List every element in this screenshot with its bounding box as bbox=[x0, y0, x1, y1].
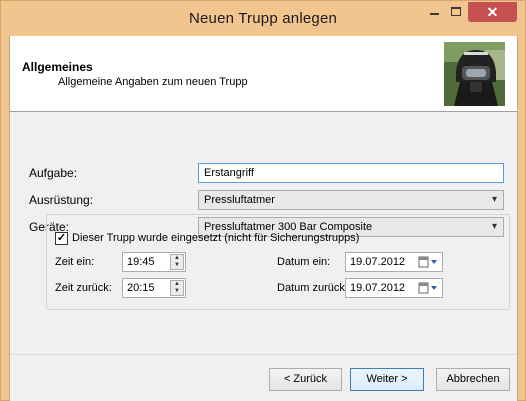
spin-updown-icon[interactable]: ▲ ▼ bbox=[170, 280, 184, 296]
maximize-icon bbox=[451, 7, 461, 16]
back-button[interactable]: < Zurück bbox=[269, 368, 342, 391]
header-title: Allgemeines bbox=[22, 60, 93, 74]
dialog-window: Neuen Trupp anlegen ✕ Allgemeines Allgem… bbox=[0, 0, 526, 401]
dialog-client-area: Allgemeines Allgemeine Angaben zum neuen… bbox=[9, 36, 518, 401]
spin-updown-icon[interactable]: ▲ ▼ bbox=[170, 254, 184, 270]
title-bar[interactable]: Neuen Trupp anlegen ✕ bbox=[1, 1, 525, 36]
ausruestung-label: Ausrüstung: bbox=[29, 193, 94, 207]
zeit-zurueck-value: 20:15 bbox=[127, 282, 155, 294]
header-subtitle: Allgemeine Angaben zum neuen Trupp bbox=[58, 76, 248, 88]
datum-zurueck-label: Datum zurück: bbox=[277, 282, 348, 294]
eingesetzt-label: Dieser Trupp wurde eingesetzt (nicht für… bbox=[72, 232, 360, 244]
close-icon: ✕ bbox=[486, 3, 499, 20]
firefighter-image bbox=[444, 42, 505, 106]
checkmark-icon: ✓ bbox=[56, 232, 67, 244]
aufgabe-label: Aufgabe: bbox=[29, 166, 78, 180]
aufgabe-input[interactable]: Erstangriff bbox=[198, 163, 504, 183]
chevron-down-icon: ▾ bbox=[491, 194, 497, 205]
datum-zurueck-value: 19.07.2012 bbox=[350, 282, 406, 294]
zeit-zurueck-input[interactable]: 20:15 ▲ ▼ bbox=[122, 278, 186, 298]
datum-ein-value: 19.07.2012 bbox=[350, 256, 406, 268]
zeit-ein-label: Zeit ein: bbox=[55, 256, 95, 268]
ausruestung-value: Pressluftatmer bbox=[204, 194, 275, 206]
wizard-header: Allgemeines Allgemeine Angaben zum neuen… bbox=[10, 36, 517, 112]
calendar-dropdown-icon[interactable] bbox=[418, 282, 438, 294]
calendar-dropdown-icon[interactable] bbox=[418, 256, 438, 268]
eingesetzt-checkbox[interactable]: ✓ bbox=[55, 232, 68, 245]
zeit-ein-value: 19:45 bbox=[127, 256, 155, 268]
minimize-icon bbox=[429, 12, 439, 15]
datum-zurueck-picker[interactable]: 19.07.2012 bbox=[345, 278, 443, 298]
datum-ein-label: Datum ein: bbox=[277, 256, 331, 268]
maximize-button[interactable] bbox=[443, 1, 469, 22]
next-button[interactable]: Weiter > bbox=[350, 368, 424, 391]
zeit-ein-input[interactable]: 19:45 ▲ ▼ bbox=[122, 252, 186, 272]
datum-ein-picker[interactable]: 19.07.2012 bbox=[345, 252, 443, 272]
cancel-button[interactable]: Abbrechen bbox=[436, 368, 510, 391]
footer-divider bbox=[10, 354, 517, 355]
ausruestung-select[interactable]: Pressluftatmer ▾ bbox=[198, 190, 504, 210]
zeit-zurueck-label: Zeit zurück: bbox=[55, 282, 112, 294]
close-button[interactable]: ✕ bbox=[468, 2, 517, 22]
